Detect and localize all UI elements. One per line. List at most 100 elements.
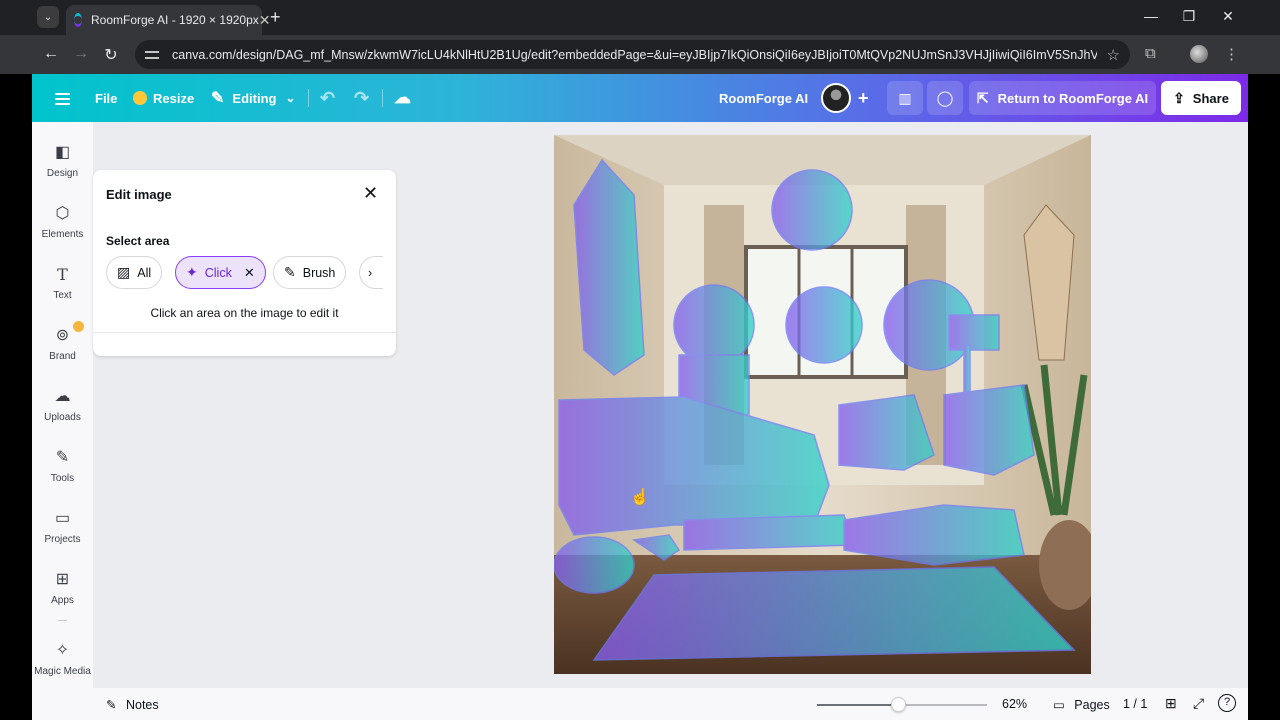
sidebar-item-label: Elements	[41, 229, 84, 240]
chevron-down-icon: ⌄	[43, 11, 53, 23]
tab-close-icon[interactable]: ✕	[259, 12, 271, 29]
resize-button[interactable]: Resize	[133, 74, 194, 122]
canva-favicon-icon	[74, 13, 82, 27]
hamburger-icon	[55, 92, 70, 105]
browser-menu-icon[interactable]: ⋮	[1224, 45, 1239, 63]
sidebar-item-label: Apps	[51, 595, 74, 606]
select-all-button[interactable]: ▨ All	[106, 256, 163, 289]
bar-chart-icon: ▥	[898, 89, 912, 106]
projects-icon: ▭	[54, 510, 71, 527]
share-button[interactable]: ⇪ Share	[1161, 81, 1241, 115]
browser-toolbar: ← → ↻ canva.com/design/DAG_mf_Mnsw/zkwmW…	[0, 35, 1280, 74]
sidebar-item-label: Design	[46, 168, 79, 179]
collaborator-avatar[interactable]	[821, 83, 851, 113]
tab-search-button[interactable]: ⌄	[37, 6, 59, 28]
uploads-icon: ☁	[54, 388, 71, 405]
sidebar-item-magic-media[interactable]: ✧ Magic Media	[32, 640, 93, 677]
reload-icon[interactable]: ↻	[101, 45, 121, 65]
fullscreen-icon[interactable]: ⤢	[1193, 695, 1204, 712]
return-label: Return to RoomForge AI	[997, 90, 1149, 106]
header-divider	[382, 89, 383, 107]
design-title[interactable]: RoomForge AI	[719, 74, 808, 122]
room-image[interactable]	[554, 135, 1091, 674]
crown-badge-icon	[73, 321, 84, 332]
page-count: 1 / 1	[1123, 697, 1148, 711]
pages-button[interactable]: ▭ Pages	[1053, 697, 1110, 712]
left-frame	[0, 74, 32, 720]
extensions-icon[interactable]: ⧉	[1145, 45, 1156, 62]
restore-icon[interactable]: ❐	[1179, 8, 1199, 25]
magic-media-icon: ✧	[55, 642, 70, 659]
sidebar-item-projects[interactable]: ▭ Projects	[32, 508, 93, 545]
back-icon[interactable]: ←	[41, 45, 61, 63]
browser-tab-strip: ⌄ RoomForge AI - 1920 × 1920px ✕ + — ❐ ✕	[0, 0, 1280, 35]
help-icon[interactable]: ?	[1218, 694, 1236, 712]
editing-label: Editing	[232, 90, 277, 106]
grid-view-icon[interactable]: ⊞	[1165, 695, 1177, 712]
canva-editor: File Resize ✎ Editing ⌄ ↶ ↷ ☁ RoomForge …	[32, 74, 1248, 720]
sidebar-divider	[58, 620, 67, 621]
header-divider	[308, 89, 309, 107]
chevron-right-icon: ›	[368, 265, 373, 280]
profile-avatar[interactable]	[1190, 45, 1208, 63]
sidebar-item-elements[interactable]: ⬡ Elements	[32, 203, 93, 240]
design-canvas[interactable]: ☝	[554, 135, 1091, 674]
sidebar-item-text[interactable]: T Text	[32, 264, 93, 302]
zoom-percent[interactable]: 62%	[1002, 697, 1027, 711]
sidebar-item-design[interactable]: ◧ Design	[32, 142, 93, 179]
notes-button[interactable]: ✎ Notes	[106, 697, 159, 712]
select-click-button[interactable]: ✦ Click ✕	[175, 256, 266, 289]
resize-label: Resize	[153, 90, 195, 106]
clear-selection-icon[interactable]: ✕	[244, 265, 255, 281]
pages-label: Pages	[1074, 698, 1110, 712]
editing-mode-button[interactable]: ✎ Editing ⌄	[211, 74, 296, 122]
sidebar-item-label: Tools	[50, 473, 75, 484]
bookmark-star-icon[interactable]: ☆	[1107, 46, 1120, 64]
new-tab-icon[interactable]: +	[270, 7, 281, 28]
share-icon: ⇪	[1173, 89, 1185, 106]
file-menu-button[interactable]: File	[95, 74, 117, 122]
pencil-icon: ✎	[211, 90, 225, 107]
undo-button[interactable]: ↶	[320, 74, 335, 122]
more-modes-button[interactable]: ›	[359, 256, 383, 289]
crown-icon	[133, 91, 147, 105]
forward-icon[interactable]: →	[71, 45, 91, 63]
tab-title: RoomForge AI - 1920 × 1920px	[91, 13, 259, 27]
sidebar-item-label: Brand	[49, 351, 76, 362]
elements-icon: ⬡	[55, 205, 70, 222]
image-icon: ▨	[117, 264, 131, 280]
comments-button[interactable]: ◯	[927, 81, 963, 115]
browser-tab-active[interactable]: RoomForge AI - 1920 × 1920px ✕	[66, 5, 271, 35]
close-icon[interactable]: ✕	[363, 183, 378, 204]
url-text: canva.com/design/DAG_mf_Mnsw/zkwmW7icLU4…	[172, 47, 1097, 62]
sidebar-item-label: Magic Media	[34, 666, 91, 677]
cloud-check-icon: ☁	[394, 88, 411, 107]
return-to-roomforge-button[interactable]: ⇱ Return to RoomForge AI	[969, 81, 1156, 115]
address-bar[interactable]: canva.com/design/DAG_mf_Mnsw/zkwmW7icLU4…	[135, 40, 1130, 69]
sidebar-item-label: Text	[53, 290, 72, 301]
window-close-icon[interactable]: ✕	[1218, 8, 1238, 25]
sidebar-item-apps[interactable]: ⊞ Apps	[32, 569, 93, 606]
panel-divider	[93, 332, 396, 333]
zoom-slider-fill	[817, 704, 899, 706]
zoom-slider-handle[interactable]	[890, 697, 906, 712]
sidebar-item-tools[interactable]: ✎ Tools	[32, 447, 93, 484]
editor-header: File Resize ✎ Editing ⌄ ↶ ↷ ☁ RoomForge …	[32, 74, 1248, 122]
add-collaborator-button[interactable]: +	[858, 74, 869, 122]
sidebar-item-brand[interactable]: ⊚ Brand	[32, 321, 93, 362]
sidebar-item-uploads[interactable]: ☁ Uploads	[32, 386, 93, 423]
file-label: File	[95, 90, 118, 106]
cloud-saved-button[interactable]: ☁	[394, 74, 411, 122]
sidebar-item-label: Projects	[44, 534, 81, 545]
site-info-icon[interactable]	[145, 49, 159, 61]
insights-button[interactable]: ▥	[887, 81, 923, 115]
right-frame	[1248, 74, 1280, 720]
select-brush-button[interactable]: ✎ Brush	[273, 256, 347, 289]
minimize-icon[interactable]: —	[1141, 8, 1161, 24]
redo-button[interactable]: ↷	[354, 74, 369, 122]
notes-label: Notes	[125, 698, 159, 712]
mode-label: Click	[204, 265, 232, 280]
left-sidebar: ◧ Design ⬡ Elements T Text ⊚ Brand ☁ Upl…	[32, 122, 93, 720]
design-icon: ◧	[54, 144, 71, 161]
main-menu-button[interactable]	[55, 74, 70, 122]
